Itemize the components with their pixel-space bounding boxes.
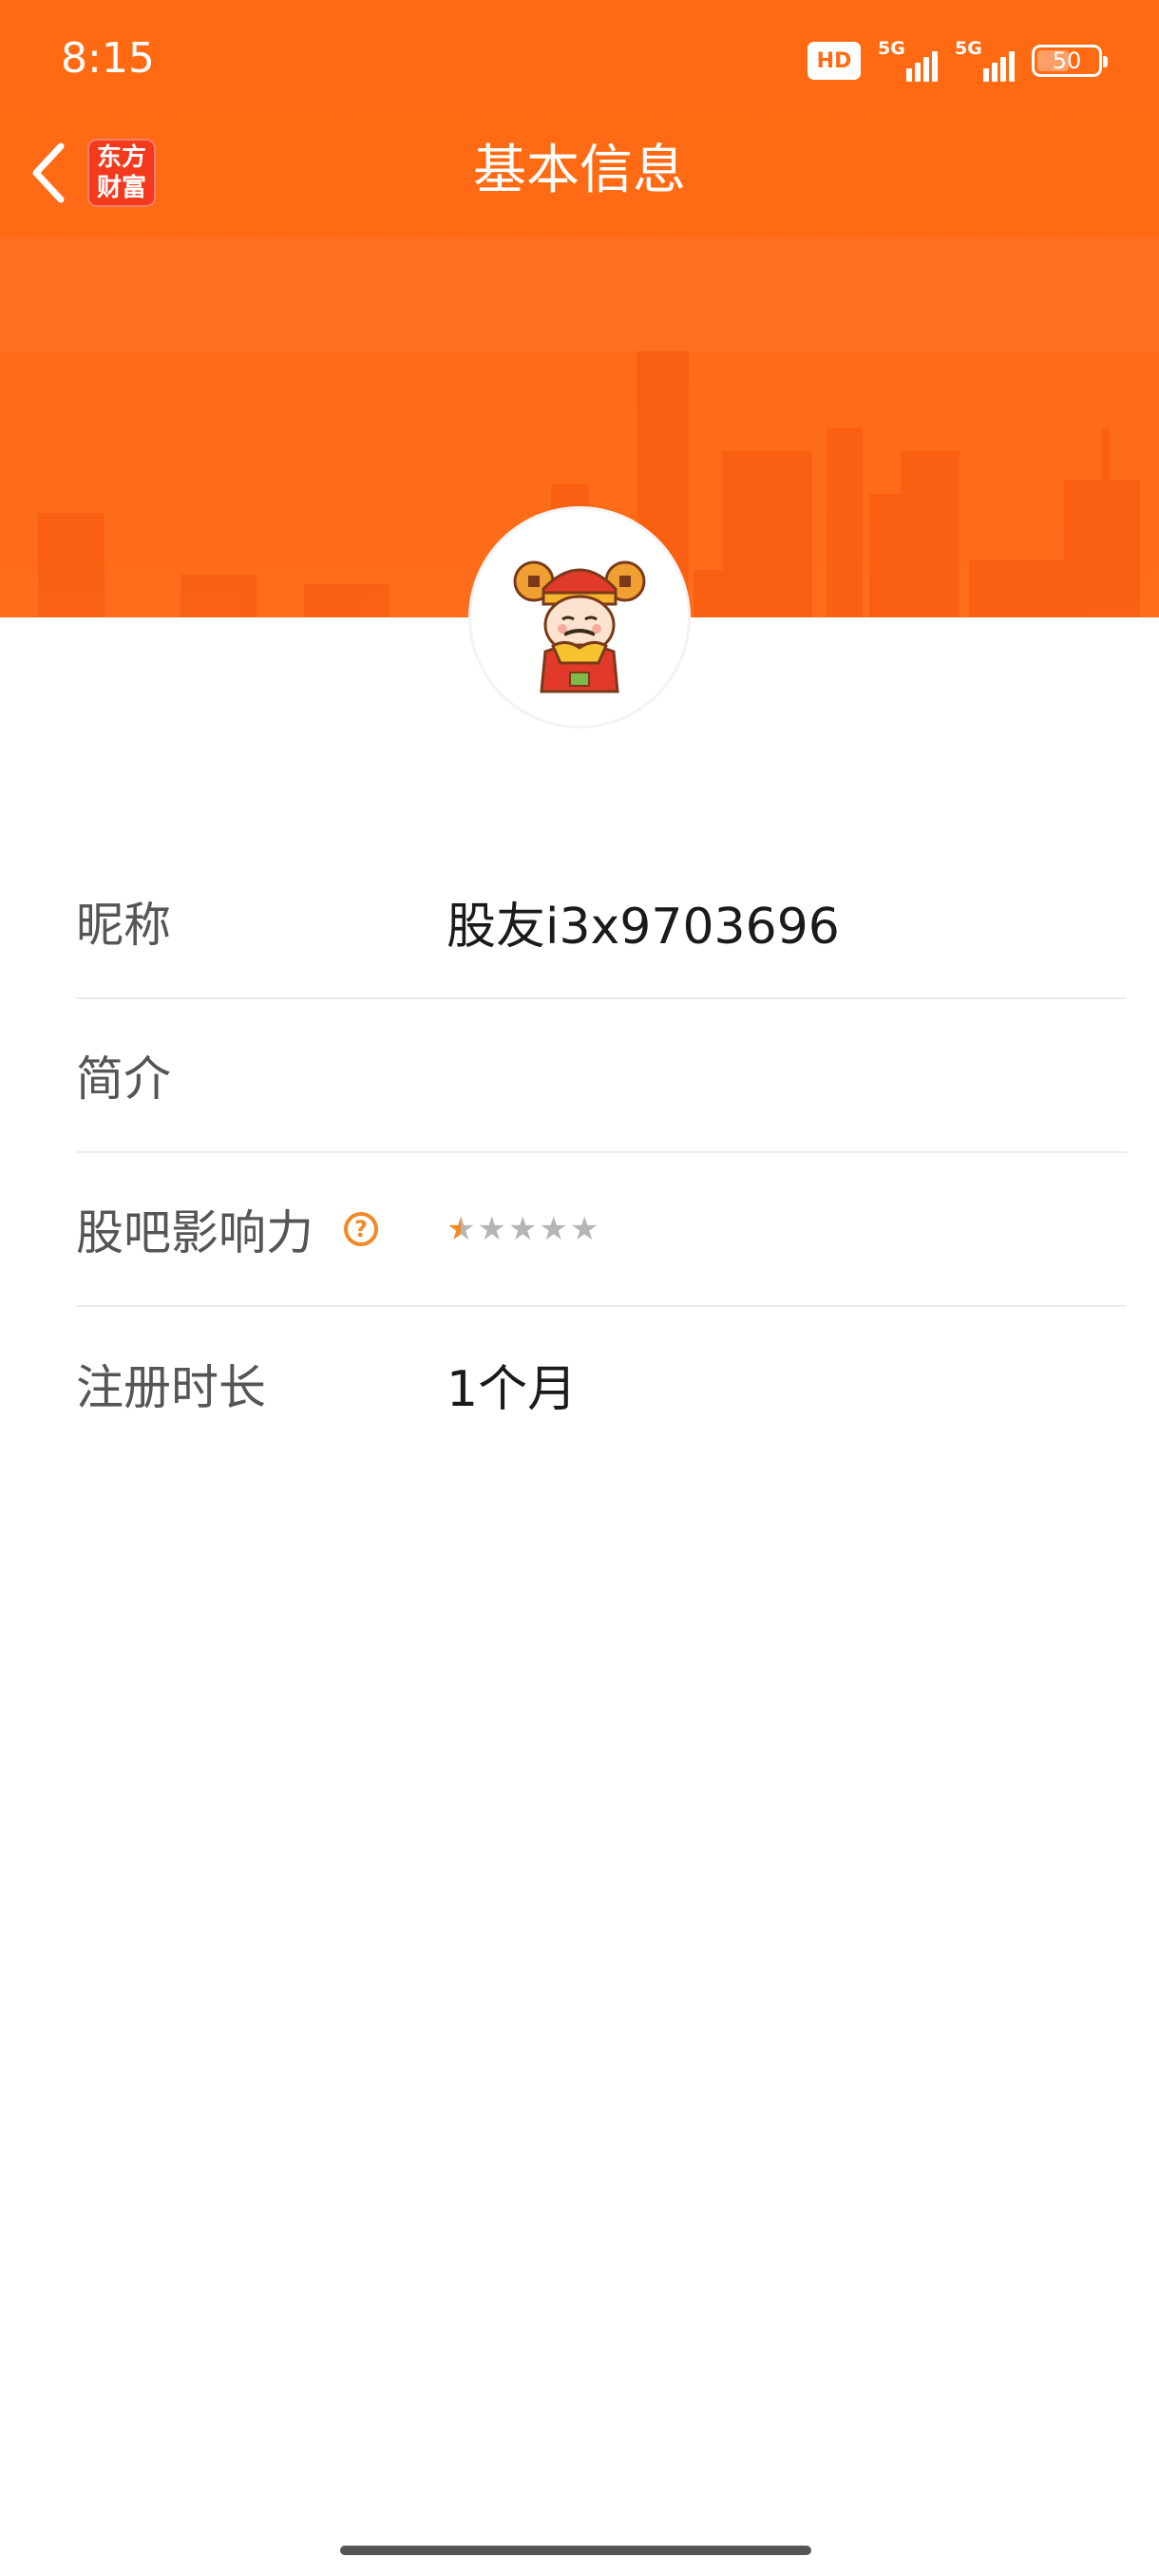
intro-label: 简介	[76, 1051, 171, 1107]
intro-row: 简介	[76, 999, 1127, 1153]
avatar[interactable]	[471, 509, 688, 726]
status-time: 8:15	[61, 34, 155, 83]
nickname-label: 昵称	[76, 898, 171, 953]
register-duration-row: 注册时长 1个月	[76, 1307, 1127, 1461]
battery-icon: 50	[1032, 45, 1108, 77]
influence-label-wrap: 股吧影响力 ?	[76, 1195, 378, 1263]
signal-icon-1: 5G	[878, 38, 938, 82]
page-title: 基本信息	[473, 140, 686, 201]
star-icon: ★	[477, 1210, 506, 1248]
influence-stars: ★ ★ ★ ★ ★	[446, 1210, 598, 1248]
influence-label: 股吧影响力	[76, 1205, 314, 1260]
register-duration-label: 注册时长	[76, 1360, 266, 1415]
star-icon: ★	[569, 1210, 599, 1248]
nickname-value: 股友i3x9703696	[446, 898, 840, 956]
star-icon: ★	[539, 1210, 568, 1248]
nickname-row: 昵称 股友i3x9703696	[76, 845, 1127, 999]
star-icon: ★	[507, 1210, 538, 1248]
battery-level: 50	[1052, 47, 1082, 74]
status-bar: 8:15 HD 5G 5G 50	[0, 0, 1159, 114]
network-type-label: 5G	[878, 38, 905, 59]
question-circle-icon[interactable]: ?	[344, 1212, 378, 1246]
home-indicator[interactable]	[340, 2546, 811, 2555]
caishen-avatar-icon	[513, 560, 646, 693]
network-type-label: 5G	[955, 38, 982, 59]
register-duration-value: 1个月	[446, 1360, 578, 1418]
status-icons: HD 5G 5G 50	[808, 38, 1108, 84]
signal-icon-2: 5G	[955, 38, 1015, 82]
influence-row: 股吧影响力 ? ★ ★ ★ ★ ★	[76, 1153, 1127, 1307]
profile-info-list: 昵称 股友i3x9703696 简介 股吧影响力 ? ★ ★ ★ ★ ★ 注册时长 1个…	[76, 845, 1127, 1461]
star-icon: ★	[446, 1210, 476, 1248]
hd-icon: HD	[808, 42, 861, 80]
